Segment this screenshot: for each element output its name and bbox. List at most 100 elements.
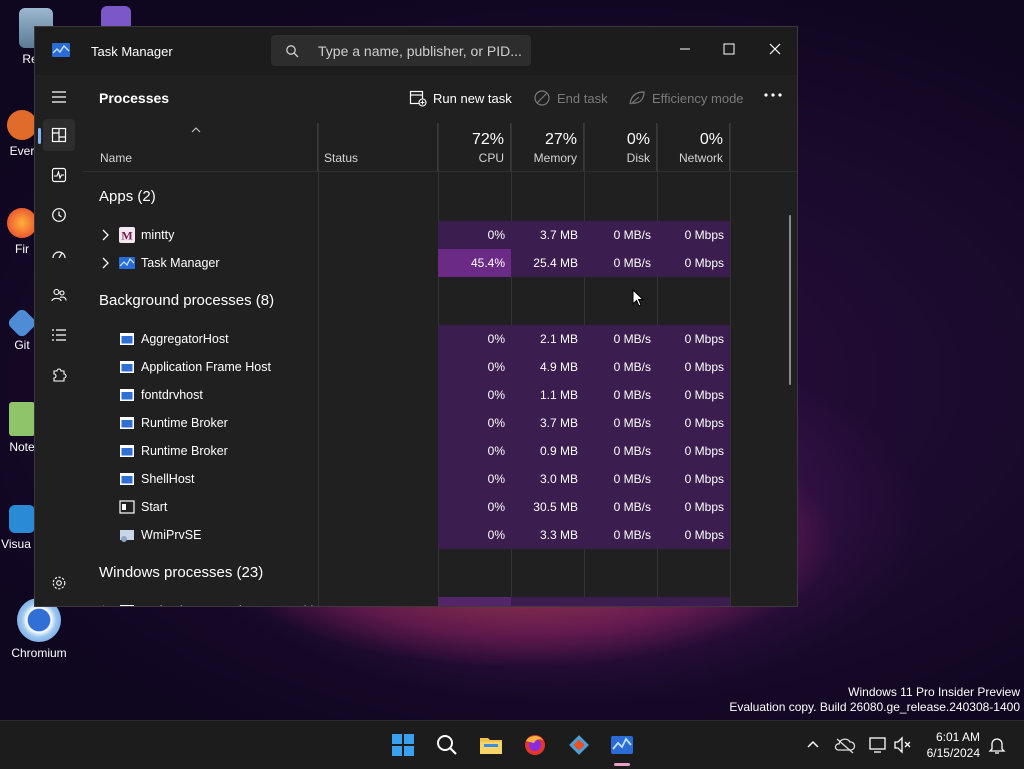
search-input[interactable]: Type a name, publisher, or PID... xyxy=(271,35,531,66)
column-header-memory[interactable]: 27% Memory xyxy=(511,123,584,171)
nav-performance[interactable] xyxy=(43,159,75,191)
start-button[interactable] xyxy=(389,731,417,759)
process-row[interactable]: Application Frame Host 0% 4.9 MB 0 MB/s 0 Mb… xyxy=(83,353,797,381)
hamburger-menu-button[interactable] xyxy=(43,81,75,113)
process-icon xyxy=(120,605,134,606)
process-row[interactable]: Antimalware Service Executable 9.0%210.1 … xyxy=(83,597,797,607)
network-cell: 0 Mbps xyxy=(657,521,730,549)
disk-cell: 0 MB/s xyxy=(584,437,657,465)
desktop-icon-label: Fir xyxy=(15,242,29,256)
cloud-offline-icon[interactable] xyxy=(831,731,859,759)
startup-gauge-icon xyxy=(52,251,66,259)
process-row[interactable]: Runtime Broker 0% 3.7 MB 0 MB/s 0 Mbps xyxy=(83,409,797,437)
run-new-task-button[interactable]: Run new task xyxy=(409,89,513,109)
end-task-button[interactable]: End task xyxy=(533,89,613,109)
process-name: Application Frame Host xyxy=(141,360,271,374)
disk-total-percent: 0% xyxy=(626,131,650,148)
efficiency-mode-label: Efficiency mode xyxy=(652,91,744,106)
efficiency-mode-button[interactable]: Efficiency mode xyxy=(628,89,744,109)
nav-settings[interactable] xyxy=(43,567,75,599)
column-header-cpu[interactable]: 72% CPU xyxy=(438,123,511,171)
expand-chevron-icon[interactable] xyxy=(101,257,109,269)
disk-cell: 0 MB/s xyxy=(584,381,657,409)
memory-cell: 30.5 MB xyxy=(511,493,584,521)
window-title: Task Manager xyxy=(91,44,173,59)
process-row[interactable]: Start 0% 30.5 MB 0 MB/s 0 Mbps xyxy=(83,493,797,521)
column-header-cpu-label: CPU xyxy=(478,151,504,165)
network-cell: 0 Mbps xyxy=(657,249,730,277)
notepad-icon xyxy=(9,402,35,436)
nav-users[interactable] xyxy=(43,279,75,311)
sort-ascending-icon xyxy=(191,127,201,133)
nav-services[interactable] xyxy=(43,359,75,391)
expand-chevron-icon[interactable] xyxy=(101,229,109,241)
firefox-taskbar-icon[interactable] xyxy=(521,731,549,759)
process-row[interactable]: Mmintty 0% 3.7 MB 0 MB/s 0 Mbps xyxy=(83,221,797,249)
disk-cell: 0 MB/s xyxy=(584,597,657,606)
cpu-total-percent: 72% xyxy=(471,131,504,148)
watermark-line-1: Windows 11 Pro Insider Preview xyxy=(848,685,1020,699)
show-hidden-icons-chevron-icon[interactable] xyxy=(799,731,827,759)
task-manager-icon xyxy=(52,43,70,57)
network-cell: 0 Mbps xyxy=(657,409,730,437)
everything-icon xyxy=(7,110,37,140)
search-placeholder: Type a name, publisher, or PID... xyxy=(318,43,522,59)
process-row[interactable]: Runtime Broker 0% 0.9 MB 0 MB/s 0 Mbps xyxy=(83,437,797,465)
process-name: Runtime Broker xyxy=(141,416,228,430)
command-bar: Processes Run new task End task Efficien… xyxy=(83,75,797,123)
notification-bell-icon[interactable] xyxy=(983,731,1011,759)
desktop-icon-chromium[interactable]: Chromium xyxy=(3,598,75,660)
nav-startup-apps[interactable] xyxy=(43,239,75,271)
column-header-name[interactable]: Name xyxy=(83,123,318,171)
process-row[interactable]: AggregatorHost 0% 2.1 MB 0 MB/s 0 Mbps xyxy=(83,325,797,353)
task-manager-taskbar-icon[interactable] xyxy=(608,731,636,759)
column-header-network[interactable]: 0% Network xyxy=(657,123,730,171)
process-icon xyxy=(120,445,134,457)
git-taskbar-icon[interactable] xyxy=(565,731,593,759)
file-explorer-icon[interactable] xyxy=(477,731,505,759)
process-name: fontdrvhost xyxy=(141,388,203,402)
navigation-sidebar xyxy=(35,75,83,606)
column-header-memory-label: Memory xyxy=(533,151,577,165)
memory-cell: 3.3 MB xyxy=(511,521,584,549)
clock[interactable]: 6:01 AM 6/15/2024 xyxy=(927,729,980,761)
process-row[interactable]: ShellHost 0% 3.0 MB 0 MB/s 0 Mbps xyxy=(83,465,797,493)
expand-chevron-icon[interactable] xyxy=(101,605,109,607)
cpu-cell: 0% xyxy=(438,465,511,493)
network-cell: 0 Mbps xyxy=(657,353,730,381)
nav-processes[interactable] xyxy=(38,119,75,151)
group-header: Windows processes (23) xyxy=(99,564,264,581)
taskbar-search-button[interactable] xyxy=(433,731,461,759)
column-header-disk[interactable]: 0% Disk xyxy=(584,123,657,171)
end-task-icon xyxy=(534,90,550,106)
process-row[interactable]: fontdrvhost 0% 1.1 MB 0 MB/s 0 Mbps xyxy=(83,381,797,409)
process-name: mintty xyxy=(141,228,175,242)
network-cell: 0 Mbps xyxy=(657,493,730,521)
maximize-button[interactable] xyxy=(715,35,743,63)
title-bar[interactable]: Task Manager Type a name, publisher, or … xyxy=(35,27,797,75)
nav-app-history[interactable] xyxy=(43,199,75,231)
disk-cell: 0 MB/s xyxy=(584,465,657,493)
cpu-cell: 0% xyxy=(438,521,511,549)
close-button[interactable] xyxy=(761,35,789,63)
process-name: AggregatorHost xyxy=(141,332,229,346)
svg-text:M: M xyxy=(121,229,132,243)
column-header-status[interactable]: Status xyxy=(318,123,438,171)
process-row[interactable]: WmiPrvSE 0% 3.3 MB 0 MB/s 0 Mbps xyxy=(83,521,797,549)
network-cell: 0 Mbps xyxy=(657,325,730,353)
column-header-name-label: Name xyxy=(100,151,133,165)
volume-muted-icon[interactable] xyxy=(888,731,916,759)
history-icon xyxy=(52,208,66,222)
network-cell: 0 Mbps xyxy=(657,381,730,409)
more-options-button[interactable] xyxy=(761,83,785,107)
process-name: Runtime Broker xyxy=(141,444,228,458)
process-row[interactable]: Task Manager 45.4% 25.4 MB 0 MB/s 0 Mbps xyxy=(83,249,797,277)
vscode-icon xyxy=(9,505,35,533)
column-header-network-label: Network xyxy=(678,151,723,165)
desktop-icon-label: Chromium xyxy=(11,646,67,660)
minimize-button[interactable] xyxy=(671,35,699,63)
process-name: ShellHost xyxy=(141,472,195,486)
header-divider xyxy=(83,171,797,172)
vertical-scrollbar[interactable] xyxy=(789,215,791,385)
nav-details[interactable] xyxy=(43,319,75,351)
